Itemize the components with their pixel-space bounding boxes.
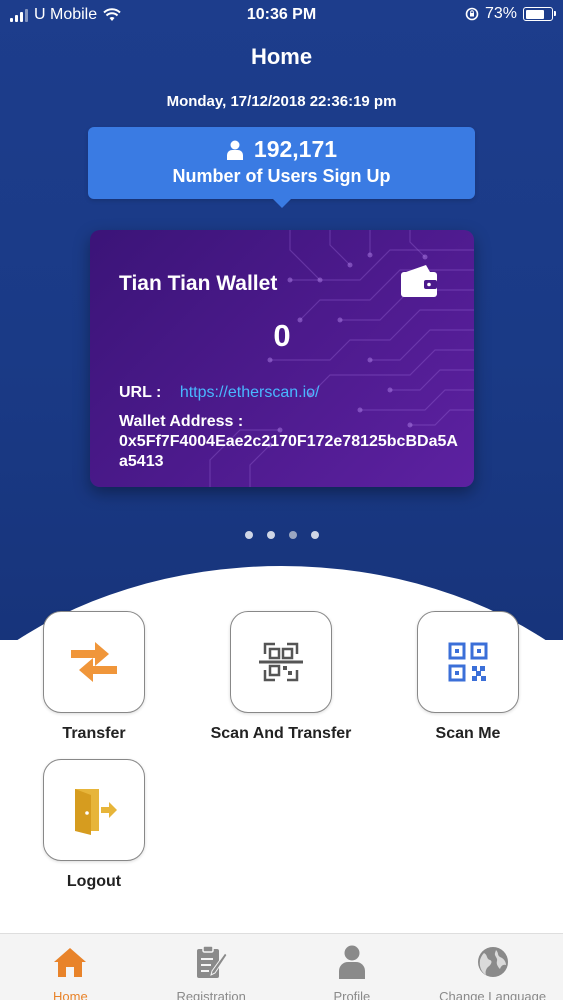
wallet-url-row: URL : https://etherscan.io/ [119,384,319,402]
logout-action[interactable]: Logout [30,759,158,891]
wallet-address-label: Wallet Address : [119,413,244,430]
logout-button[interactable] [43,759,145,861]
scan-and-transfer-label: Scan And Transfer [210,725,352,742]
transfer-arrows-icon [71,642,117,682]
tab-home[interactable]: Home [0,934,141,1000]
battery-fill [525,9,544,19]
wallet-card[interactable]: Tian Tian Wallet 0 URL : https://ethersc… [90,230,474,487]
user-icon [226,140,243,160]
carousel-dot[interactable] [266,531,275,539]
rotation-lock-icon [465,7,479,21]
users-count: 192,171 [253,136,338,162]
status-right: 73% [465,5,556,23]
transfer-label: Transfer [62,725,126,742]
transfer-button[interactable] [43,611,145,713]
logout-label: Logout [66,873,122,890]
profile-person-icon [338,945,365,979]
scan-qr-icon [259,642,303,682]
scan-and-transfer-button[interactable] [230,611,332,713]
qr-code-icon [448,642,488,682]
tab-profile[interactable]: Profile [282,934,423,1000]
registration-clipboard-icon [197,945,228,978]
status-bar: U Mobile 10:36 PM 73% [0,0,563,30]
battery-icon [523,7,556,21]
page-title: Home [250,44,313,69]
home-header-area: U Mobile 10:36 PM 73% Home Monday, 17/12… [0,0,563,640]
carousel-dot[interactable] [244,531,253,539]
tab-change-language-label: Change Language [439,989,547,1000]
logout-door-icon [75,789,117,835]
home-icon [54,948,87,977]
wallet-name: Tian Tian Wallet [119,272,278,295]
battery-percent: 73% [484,5,517,22]
etherscan-link[interactable]: https://etherscan.io/ [180,384,320,401]
current-datetime: Monday, 17/12/2018 22:36:19 pm [166,93,397,110]
users-signup-banner: 192,171 Number of Users Sign Up [88,127,475,208]
carousel-dot[interactable] [310,531,319,539]
scan-and-transfer-action[interactable]: Scan And Transfer [205,611,357,743]
scan-me-label: Scan Me [435,725,501,742]
carousel-dot[interactable] [288,531,297,539]
globe-icon [477,947,508,977]
url-label: URL : [119,384,162,401]
scan-me-action[interactable]: Scan Me [404,611,532,743]
tab-change-language[interactable]: Change Language [422,934,563,1000]
tab-registration-label: Registration [176,989,246,1000]
wallet-balance: 0 [273,318,291,353]
tab-home-label: Home [53,989,88,1000]
wallet-address: 0x5Ff7F4004Eae2c2170F172e78125bcBDa5Aa54… [119,433,458,470]
transfer-action[interactable]: Transfer [30,611,158,743]
tab-profile-label: Profile [333,989,371,1000]
carousel-pagination[interactable] [0,531,563,539]
bottom-tab-bar: Home Registration Profile Change Languag… [0,933,563,1000]
users-count-label: Number of Users Sign Up [172,166,391,186]
tab-registration[interactable]: Registration [141,934,282,1000]
wallet-icon [401,265,437,297]
users-count-row: 192,171 [88,136,475,163]
scan-me-button[interactable] [417,611,519,713]
